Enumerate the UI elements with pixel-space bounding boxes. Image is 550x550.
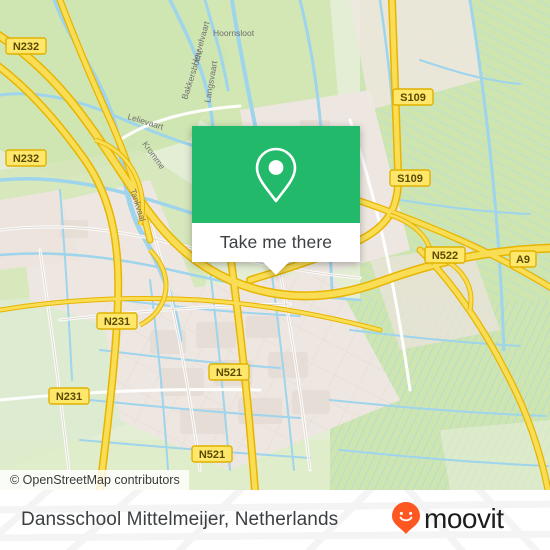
road-shield-label: N231 xyxy=(104,316,130,328)
popup-action-label[interactable]: Take me there xyxy=(192,223,360,262)
moovit-wordmark: moovit xyxy=(424,503,528,535)
map-page: Hoornsloot Heuvelvaart Bakkersbocht Langsva… xyxy=(0,0,550,550)
road-shield: N521 xyxy=(191,445,233,463)
road-shield-label: S109 xyxy=(400,92,426,104)
road-shield: N231 xyxy=(96,312,138,330)
road-shield-label: N232 xyxy=(13,41,39,53)
popup-tail-pointer xyxy=(263,262,289,275)
map-street-label: Hoornsloot xyxy=(213,28,255,38)
road-shield-label: S109 xyxy=(397,173,423,185)
popup-icon-area[interactable] xyxy=(192,126,360,223)
road-shield: N232 xyxy=(5,149,47,167)
map-pin-icon xyxy=(253,146,299,204)
road-shield-label: N232 xyxy=(13,153,39,165)
road-shield: S109 xyxy=(392,88,434,106)
map-viewport[interactable]: Hoornsloot Heuvelvaart Bakkersbocht Langsva… xyxy=(0,0,550,490)
road-shield-label: N521 xyxy=(216,367,242,379)
road-shield-label: N522 xyxy=(432,250,458,262)
road-shield: S109 xyxy=(389,169,431,187)
road-shield-label: N521 xyxy=(199,449,225,461)
moovit-pin-icon xyxy=(391,501,421,540)
moovit-logo[interactable]: moovit xyxy=(391,501,528,540)
road-shield: N232 xyxy=(5,37,47,55)
osm-attribution[interactable]: © OpenStreetMap contributors xyxy=(0,470,189,490)
page-title: Dansschool Mittelmeijer, Netherlands xyxy=(21,509,339,530)
road-shield-label: A9 xyxy=(516,254,530,266)
road-shield: A9 xyxy=(509,250,537,268)
road-shield: N521 xyxy=(208,363,250,381)
road-shield: N522 xyxy=(424,246,466,264)
svg-text:moovit: moovit xyxy=(424,505,504,534)
road-shield-label: N231 xyxy=(56,391,82,403)
footer-bar: Dansschool Mittelmeijer, Netherlands moo… xyxy=(0,490,550,550)
road-shield: N231 xyxy=(48,387,90,405)
take-me-there-popup[interactable]: Take me there xyxy=(192,126,360,275)
